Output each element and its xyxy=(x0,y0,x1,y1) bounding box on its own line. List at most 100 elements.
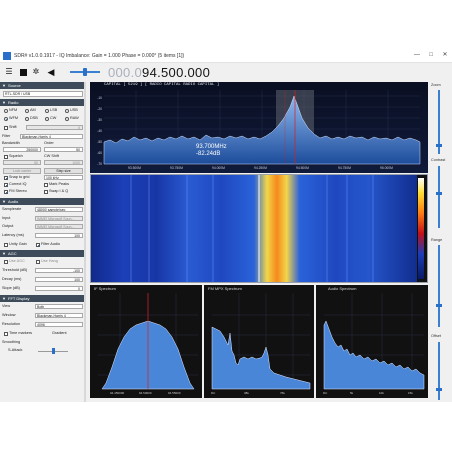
mode-lsb-radio[interactable] xyxy=(45,109,49,113)
audio-tick: 15k xyxy=(408,391,413,395)
section-fft-header[interactable]: ▼ FFT Display xyxy=(0,295,84,302)
fm-stereo-checkbox[interactable] xyxy=(4,190,8,194)
offset-slider-handle[interactable] xyxy=(436,388,442,391)
mode-cw-radio[interactable] xyxy=(45,117,49,121)
spectrum-panel[interactable]: CAPITAL [ 5219 ] [ RADIO CAPITAL RADIO C… xyxy=(90,82,428,173)
section-agc-header[interactable]: ▼ AGC xyxy=(0,250,84,257)
squelch-input[interactable]: 50 xyxy=(3,160,41,165)
lock-carrier-button[interactable]: Lock carrier xyxy=(3,168,41,174)
section-source-header[interactable]: ▼ Source xyxy=(0,82,84,89)
use-hang-checkbox[interactable] xyxy=(36,260,40,264)
volume-icon[interactable]: ◀ xyxy=(46,67,56,77)
cursor-frequency: 93.700MHz xyxy=(196,144,227,150)
if-spectrum-graph xyxy=(98,293,198,390)
volume-slider-handle[interactable] xyxy=(83,68,87,76)
audio-spectrum-graph xyxy=(323,293,425,390)
mode-am-radio[interactable] xyxy=(25,109,29,113)
close-button[interactable]: ✕ xyxy=(440,51,450,60)
sattack-slider-handle[interactable] xyxy=(52,348,55,354)
freq-label: 95.000M xyxy=(380,166,393,170)
freq-label: 94.500M xyxy=(296,166,309,170)
window-select[interactable]: Blackman-Harris 4 xyxy=(35,313,83,318)
mode-wfm-label: WFM xyxy=(9,116,19,120)
order-input[interactable]: 50 xyxy=(44,147,83,152)
cursor-readout: 93.700MHz -82.24dB xyxy=(196,144,227,158)
if-tick: 94.55000 xyxy=(168,391,181,395)
order-label: Order xyxy=(44,141,54,145)
filter-select[interactable]: Blackman-Harris 4 xyxy=(20,134,83,139)
contrast-slider-handle[interactable] xyxy=(436,192,442,195)
input-select[interactable]: [MME] Microsoft Soun... xyxy=(35,216,83,221)
correct-iq-checkbox[interactable] xyxy=(4,183,8,187)
frequency-digits: 94.500.000 xyxy=(142,65,211,80)
use-agc-label: Use AGC xyxy=(9,259,25,263)
view-select[interactable]: Both xyxy=(35,304,83,309)
mode-dsb-radio[interactable] xyxy=(25,117,29,121)
unity-gain-checkbox[interactable] xyxy=(4,243,8,247)
swap-iq-checkbox[interactable] xyxy=(44,190,48,194)
mode-raw-radio[interactable] xyxy=(65,117,69,121)
window-label: Window xyxy=(2,313,16,317)
slope-label: Slope (dB) xyxy=(2,286,20,290)
cursor-level: -82.24dB xyxy=(196,151,221,157)
use-agc-checkbox[interactable] xyxy=(4,260,8,264)
decay-input[interactable]: 100 xyxy=(35,277,83,282)
samplerate-select[interactable]: 48000 sample/sec xyxy=(35,207,83,212)
waterfall-panel[interactable] xyxy=(90,174,428,283)
range-slider[interactable] xyxy=(438,245,440,327)
gear-icon[interactable]: ✲ xyxy=(31,67,41,77)
sidebar-scrollbar[interactable] xyxy=(84,82,86,402)
gradient-label[interactable]: Gradient xyxy=(52,331,67,336)
waterfall-graph xyxy=(91,175,424,282)
shift-input[interactable]: 0 xyxy=(26,125,83,130)
audio-tick: 5k xyxy=(350,391,354,395)
offset-slider[interactable] xyxy=(438,342,440,400)
app-icon xyxy=(3,52,11,60)
db-scale: -10 -20 -30 -40 -50 -60 -70 xyxy=(90,93,102,170)
minimize-button[interactable]: — xyxy=(412,51,422,60)
db-label: -10 xyxy=(97,96,102,100)
slope-input[interactable]: 0 xyxy=(35,286,83,291)
section-audio-header[interactable]: ▼ Audio xyxy=(0,198,84,205)
mode-nfm-radio[interactable] xyxy=(4,109,8,113)
zoom-label: Zoom xyxy=(431,83,441,87)
mpx-spectrum-panel[interactable]: FM MPX Spectrum DC 38k 76k xyxy=(204,285,314,398)
resolution-select[interactable]: 4096 xyxy=(35,322,83,327)
zoom-slider-handle[interactable] xyxy=(436,144,442,147)
unity-gain-label: Unity Gain xyxy=(9,242,27,246)
right-slider-column: Zoom Contrast Range Offset xyxy=(430,82,452,402)
step-size-button[interactable]: Step size xyxy=(44,168,83,174)
cw-shift-input[interactable]: 1000 xyxy=(44,160,83,165)
section-radio-header[interactable]: ▼ Radio xyxy=(0,99,84,106)
fm-stereo-label: FM Stereo xyxy=(9,189,27,193)
frequency-display[interactable]: 000.094.500.000 xyxy=(108,65,210,81)
time-markers-checkbox[interactable] xyxy=(4,332,8,336)
if-spectrum-panel[interactable]: IF Spectrum 94.450000 94.50000 94.55000 xyxy=(90,285,202,398)
squelch-checkbox[interactable] xyxy=(4,155,8,159)
freq-label: 93.500M xyxy=(128,166,141,170)
threshold-input[interactable]: -100 xyxy=(35,268,83,273)
squelch-label: Squelch xyxy=(9,154,23,158)
menu-icon[interactable]: ☰ xyxy=(4,67,14,77)
range-slider-handle[interactable] xyxy=(436,304,442,307)
filter-audio-checkbox[interactable] xyxy=(36,243,40,247)
contrast-label: Contrast xyxy=(431,158,446,162)
snap-checkbox[interactable] xyxy=(4,176,8,180)
waterfall-image xyxy=(91,175,417,282)
output-select[interactable]: [MME] Microsoft Soun... xyxy=(35,224,83,229)
shift-checkbox[interactable] xyxy=(4,126,8,130)
source-device-select[interactable]: RTL-SDR / USB xyxy=(3,91,83,97)
mode-wfm-radio[interactable] xyxy=(4,117,8,121)
snap-select[interactable]: 100 kHz xyxy=(44,175,83,180)
stop-icon[interactable] xyxy=(18,67,28,77)
audio-tick: 10k xyxy=(379,391,384,395)
contrast-slider[interactable] xyxy=(438,166,440,228)
bandwidth-input[interactable]: 250000 xyxy=(3,147,41,152)
maximize-button[interactable]: □ xyxy=(426,51,436,60)
range-label: Range xyxy=(431,238,443,242)
mode-usb-radio[interactable] xyxy=(65,109,69,113)
title-bar: SDR# v1.0.0.1917 - IQ Imbalance: Gain = … xyxy=(0,50,452,63)
audio-spectrum-panel[interactable]: Audio Spectrum DC 5k 10k 15k xyxy=(316,285,428,398)
mark-peaks-checkbox[interactable] xyxy=(44,183,48,187)
latency-input[interactable]: 100 xyxy=(35,233,83,238)
